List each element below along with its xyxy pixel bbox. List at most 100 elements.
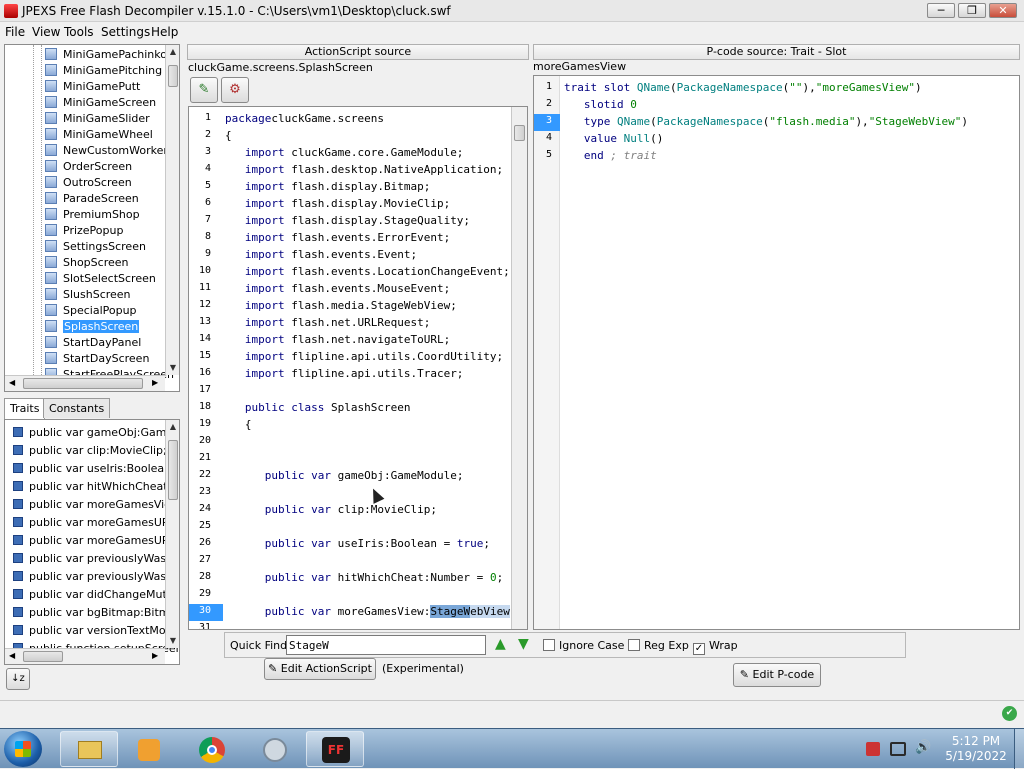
line-number: 12 bbox=[198, 299, 211, 310]
taskbar-ffdec[interactable]: FF bbox=[306, 731, 364, 767]
menu-help[interactable]: Help bbox=[151, 25, 178, 39]
tree-item[interactable]: MiniGameSlider bbox=[45, 111, 150, 127]
tree-item[interactable]: MiniGamePachinko bbox=[45, 47, 167, 63]
trait-item[interactable]: public var moreGamesURLTa bbox=[13, 532, 179, 550]
tree-item[interactable]: OutroScreen bbox=[45, 175, 132, 191]
scroll-right-arrow-icon[interactable]: ▶ bbox=[152, 378, 158, 387]
scroll-up-arrow-icon[interactable]: ▲ bbox=[166, 45, 179, 59]
menu-file[interactable]: File bbox=[5, 25, 25, 39]
scroll-thumb[interactable] bbox=[23, 378, 143, 389]
tree-item[interactable]: PrizePopup bbox=[45, 223, 123, 239]
scroll-left-arrow-icon[interactable]: ◀ bbox=[9, 378, 15, 387]
pcode-editor[interactable]: 1 trait slot QName(PackageNamespace(""),"… bbox=[533, 75, 1020, 630]
scroll-thumb[interactable] bbox=[514, 125, 525, 141]
sort-icon[interactable]: ↓z bbox=[6, 668, 30, 690]
tree-item[interactable]: OrderScreen bbox=[45, 159, 132, 175]
taskbar-explorer[interactable] bbox=[60, 731, 118, 767]
tree-item[interactable]: MiniGameWheel bbox=[45, 127, 153, 143]
editor-vertical-scrollbar[interactable] bbox=[511, 107, 527, 629]
code-token: import bbox=[244, 180, 285, 193]
trait-item[interactable]: public var bgBitmap:Bitmap bbox=[13, 604, 180, 622]
deobfuscate-icon[interactable]: ✎ bbox=[190, 77, 218, 103]
tree-item[interactable]: SlotSelectScreen bbox=[45, 271, 156, 287]
tree-item[interactable]: StartDayPanel bbox=[45, 335, 141, 351]
tree-item[interactable]: SettingsScreen bbox=[45, 239, 146, 255]
tree-item[interactable]: StartDayScreen bbox=[45, 351, 149, 367]
checkbox-box[interactable] bbox=[543, 639, 555, 651]
code-token: 0 bbox=[489, 571, 497, 584]
taskbar-media-player[interactable] bbox=[120, 731, 178, 767]
tree-item-label: MiniGameSlider bbox=[63, 112, 150, 125]
code-token: import bbox=[244, 214, 285, 227]
tree-item[interactable]: PremiumShop bbox=[45, 207, 140, 223]
traits-vertical-scrollbar[interactable]: ▲ ▼ bbox=[165, 420, 179, 648]
tree-item[interactable]: ParadeScreen bbox=[45, 191, 139, 207]
regexp-checkbox[interactable]: Reg Exp bbox=[628, 639, 689, 652]
scroll-thumb[interactable] bbox=[168, 440, 178, 500]
tab-constants[interactable]: Constants bbox=[43, 398, 111, 418]
find-next-icon[interactable]: ▼ bbox=[518, 636, 529, 652]
trait-item[interactable]: public var previouslyWasMu bbox=[13, 568, 179, 586]
trait-item[interactable]: public var moreGamesView:S bbox=[13, 496, 179, 514]
menu-settings[interactable]: Settings bbox=[101, 25, 150, 39]
code-token: end bbox=[583, 149, 611, 162]
class-file-icon bbox=[45, 48, 57, 60]
scroll-left-arrow-icon[interactable]: ◀ bbox=[9, 651, 15, 660]
checkbox-box[interactable] bbox=[628, 639, 640, 651]
maximize-button[interactable]: ❐ bbox=[958, 3, 986, 18]
tree-item[interactable]: ShopScreen bbox=[45, 255, 128, 271]
scroll-down-arrow-icon[interactable]: ▼ bbox=[166, 361, 179, 375]
tree-item[interactable]: NewCustomWorkerSc bbox=[45, 143, 179, 159]
tab-traits[interactable]: Traits bbox=[4, 398, 46, 419]
menu-view[interactable]: View bbox=[32, 25, 60, 39]
action-center-flag-icon[interactable] bbox=[866, 742, 880, 756]
tree-item[interactable]: MiniGameScreen bbox=[45, 95, 156, 111]
trait-item[interactable]: public var hitWhichCheat:Nu bbox=[13, 478, 179, 496]
tree-item[interactable]: SplashScreen bbox=[45, 319, 140, 335]
trait-item[interactable]: public var versionTextMode bbox=[13, 622, 179, 640]
wrap-checkbox[interactable]: ✓ Wrap bbox=[693, 639, 738, 655]
taskbar-chrome[interactable] bbox=[183, 731, 241, 767]
settings-icon[interactable]: ⚙ bbox=[221, 77, 249, 103]
taskbar-installer[interactable] bbox=[246, 731, 304, 767]
start-button[interactable] bbox=[4, 731, 42, 767]
trait-item[interactable]: public var moreGamesURLPh bbox=[13, 514, 179, 532]
system-clock[interactable]: 5:12 PM 5/19/2022 bbox=[942, 734, 1010, 764]
trait-item[interactable]: public var previouslyWasMu bbox=[13, 550, 179, 568]
close-button[interactable]: ✕ bbox=[989, 3, 1017, 18]
scroll-right-arrow-icon[interactable]: ▶ bbox=[152, 651, 158, 660]
tree-item[interactable]: MiniGamePutt bbox=[45, 79, 140, 95]
show-desktop-button[interactable] bbox=[1014, 729, 1024, 769]
code-token: flash.net.navigateToURL; bbox=[284, 333, 451, 346]
tree-vertical-scrollbar[interactable]: ▲ ▼ bbox=[165, 45, 179, 375]
tree-horizontal-scrollbar[interactable]: ◀ ▶ bbox=[5, 375, 165, 391]
trait-item[interactable]: public var useIris:Boolean = bbox=[13, 460, 179, 478]
ignore-case-checkbox[interactable]: Ignore Case bbox=[543, 639, 624, 652]
tree-item[interactable]: SlushScreen bbox=[45, 287, 131, 303]
tree-item[interactable]: MiniGamePitching bbox=[45, 63, 162, 79]
minimize-button[interactable]: ─ bbox=[927, 3, 955, 18]
scroll-down-arrow-icon[interactable]: ▼ bbox=[166, 634, 179, 648]
line-number: 2 bbox=[204, 129, 211, 140]
traits-horizontal-scrollbar[interactable]: ◀ ▶ bbox=[5, 648, 165, 664]
quick-find-input[interactable] bbox=[286, 635, 486, 655]
tree-item[interactable]: SpecialPopup bbox=[45, 303, 137, 319]
menu-tools[interactable]: Tools bbox=[64, 25, 94, 39]
edit-pcode-button[interactable]: ✎ Edit P-code bbox=[733, 663, 821, 687]
actionscript-editor[interactable]: 1 packagecluckGame.screens 2 {3 import cluc… bbox=[188, 106, 528, 630]
scroll-thumb[interactable] bbox=[168, 65, 178, 87]
trait-label: public var bgBitmap:Bitmap bbox=[29, 606, 180, 619]
edit-actionscript-button[interactable]: ✎ Edit ActionScript bbox=[264, 658, 376, 680]
find-previous-icon[interactable]: ▲ bbox=[495, 636, 506, 652]
trait-item[interactable]: public var clip:MovieClip; bbox=[13, 442, 167, 460]
trait-item[interactable]: public var gameObj:GameMo bbox=[13, 424, 179, 442]
checkbox-box[interactable]: ✓ bbox=[693, 643, 705, 655]
scroll-up-arrow-icon[interactable]: ▲ bbox=[166, 420, 179, 434]
trait-item[interactable]: public var didChangeMuting bbox=[13, 586, 179, 604]
scroll-thumb[interactable] bbox=[23, 651, 63, 662]
line-number: 24 bbox=[198, 503, 211, 514]
network-icon[interactable] bbox=[890, 742, 906, 756]
volume-icon[interactable]: 🔊 bbox=[915, 740, 931, 755]
